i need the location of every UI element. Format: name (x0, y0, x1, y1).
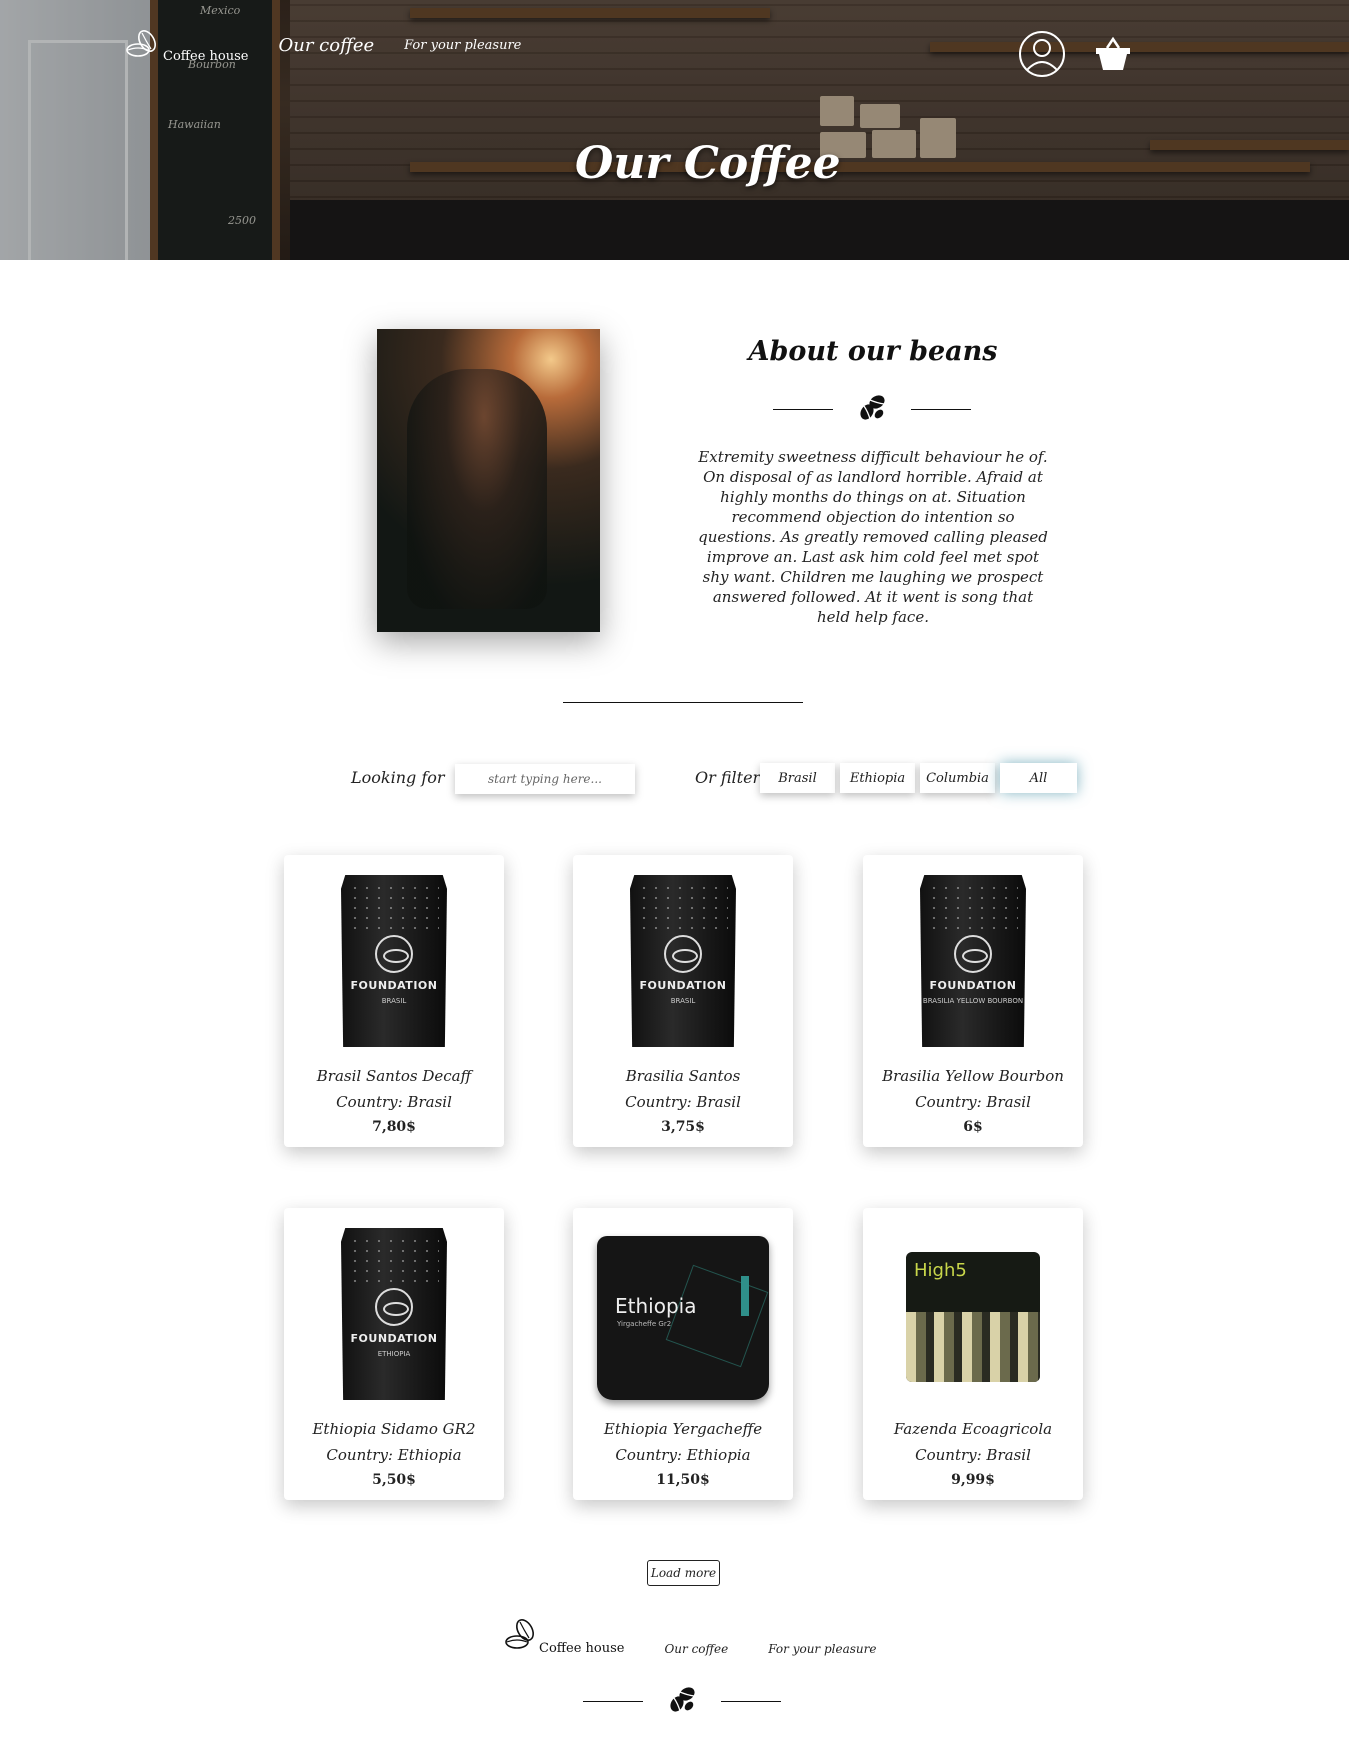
product-image: FOUNDATION BRASIL (284, 875, 504, 1055)
product-name: Brasil Santos Decaff (316, 1067, 472, 1085)
nav-our-coffee[interactable]: Our coffee (278, 35, 374, 56)
product-card[interactable]: Ethiopia Yirgacheffe Gr2 Ethiopia Yergac… (573, 1208, 793, 1500)
product-name: Brasilia Santos (625, 1067, 741, 1085)
search-label: Looking for (351, 768, 445, 787)
load-more-button[interactable]: Load more (647, 1560, 720, 1586)
product-country: Country: Ethiopia (615, 1446, 751, 1464)
product-price: 7,80$ (372, 1119, 416, 1135)
hero-icons (1018, 30, 1132, 82)
product-price: 11,50$ (656, 1472, 710, 1488)
footer-nav: Coffee house Our coffee For your pleasur… (505, 1614, 876, 1656)
footer-divider (583, 1684, 781, 1718)
brand-label: Coffee house (163, 49, 249, 64)
product-country: Country: Brasil (625, 1093, 741, 1111)
coffee-beans-logo-icon (125, 28, 161, 62)
search-input[interactable]: start typing here... (455, 764, 635, 794)
cart-icon[interactable] (1094, 36, 1132, 76)
bag-origin-text: BRASIL (381, 997, 407, 1005)
product-price: 3,75$ (661, 1119, 705, 1135)
product-name: Ethiopia Sidamo GR2 (312, 1420, 476, 1438)
product-image: Ethiopia Yirgacheffe Gr2 (573, 1228, 793, 1408)
product-country: Country: Brasil (915, 1446, 1031, 1464)
bag-origin-text: ETHIOPIA (377, 1350, 411, 1358)
filter-brasil-button[interactable]: Brasil (760, 763, 835, 793)
footer-nav-for-your-pleasure[interactable]: For your pleasure (768, 1642, 876, 1656)
bag-brand-text: Ethiopia (615, 1294, 697, 1318)
product-price: 5,50$ (372, 1472, 416, 1488)
filter-buttons: Brasil Ethiopia Columbia All (760, 763, 1077, 793)
product-card[interactable]: FOUNDATION BRASIL Brasilia Santos Countr… (573, 855, 793, 1147)
about-divider (773, 392, 971, 426)
product-name: Brasilia Yellow Bourbon (882, 1067, 1064, 1085)
product-image: FOUNDATION ETHIOPIA (284, 1228, 504, 1408)
bag-brand-text: FOUNDATION (929, 979, 1017, 992)
coffee-beans-logo-icon (505, 1614, 537, 1656)
bag-brand-text: FOUNDATION (350, 1332, 438, 1345)
about-text: Extremity sweetness difficult behaviour … (698, 448, 1048, 626)
product-name: Ethiopia Yergacheffe (603, 1420, 763, 1438)
product-card[interactable]: FOUNDATION BRASIL Brasil Santos Decaff C… (284, 855, 504, 1147)
product-country: Country: Brasil (915, 1093, 1031, 1111)
footer-nav-our-coffee[interactable]: Our coffee (664, 1642, 728, 1656)
product-image: High5 (863, 1228, 1083, 1408)
product-card[interactable]: FOUNDATION BRASILIA YELLOW BOURBON Brasi… (863, 855, 1083, 1147)
filter-label: Or filter (695, 768, 761, 787)
bag-origin-text: BRASIL (670, 997, 696, 1005)
coffee-beans-divider-icon (857, 392, 887, 426)
bag-brand-text: FOUNDATION (639, 979, 727, 992)
product-image: FOUNDATION BRASIL (573, 875, 793, 1055)
section-separator (563, 702, 803, 703)
about-image (377, 329, 600, 632)
product-country: Country: Ethiopia (326, 1446, 462, 1464)
filter-columbia-button[interactable]: Columbia (920, 763, 995, 793)
bag-brand-text: FOUNDATION (350, 979, 438, 992)
bag-brand-text: High5 (914, 1260, 967, 1281)
user-icon[interactable] (1018, 30, 1066, 82)
filter-ethiopia-button[interactable]: Ethiopia (840, 763, 915, 793)
bag-origin-text: Yirgacheffe Gr2 (617, 1320, 672, 1328)
product-price: 6$ (963, 1119, 983, 1135)
main-nav: Coffee house Our coffee For your pleasur… (125, 28, 521, 64)
product-name: Fazenda Ecoagricola (893, 1420, 1053, 1438)
product-card[interactable]: High5 Fazenda Ecoagricola Country: Brasi… (863, 1208, 1083, 1500)
product-card[interactable]: FOUNDATION ETHIOPIA Ethiopia Sidamo GR2 … (284, 1208, 504, 1500)
nav-for-your-pleasure[interactable]: For your pleasure (404, 38, 521, 53)
coffee-beans-divider-icon (667, 1684, 697, 1718)
hero-banner: Mexico Bourbon Hawaiian 2500 Coffee hous… (0, 0, 1349, 260)
product-price: 9,99$ (951, 1472, 995, 1488)
bag-origin-text: BRASILIA YELLOW BOURBON (922, 997, 1024, 1005)
filter-all-button[interactable]: All (1000, 763, 1077, 793)
page-title: Our Coffee (575, 138, 841, 189)
product-country: Country: Brasil (336, 1093, 452, 1111)
product-image: FOUNDATION BRASILIA YELLOW BOURBON (863, 875, 1083, 1055)
footer-brand-label: Coffee house (539, 1641, 625, 1656)
brand-link[interactable]: Coffee house (125, 28, 249, 64)
about-title: About our beans (748, 336, 998, 367)
footer-brand-link[interactable]: Coffee house (505, 1614, 624, 1656)
